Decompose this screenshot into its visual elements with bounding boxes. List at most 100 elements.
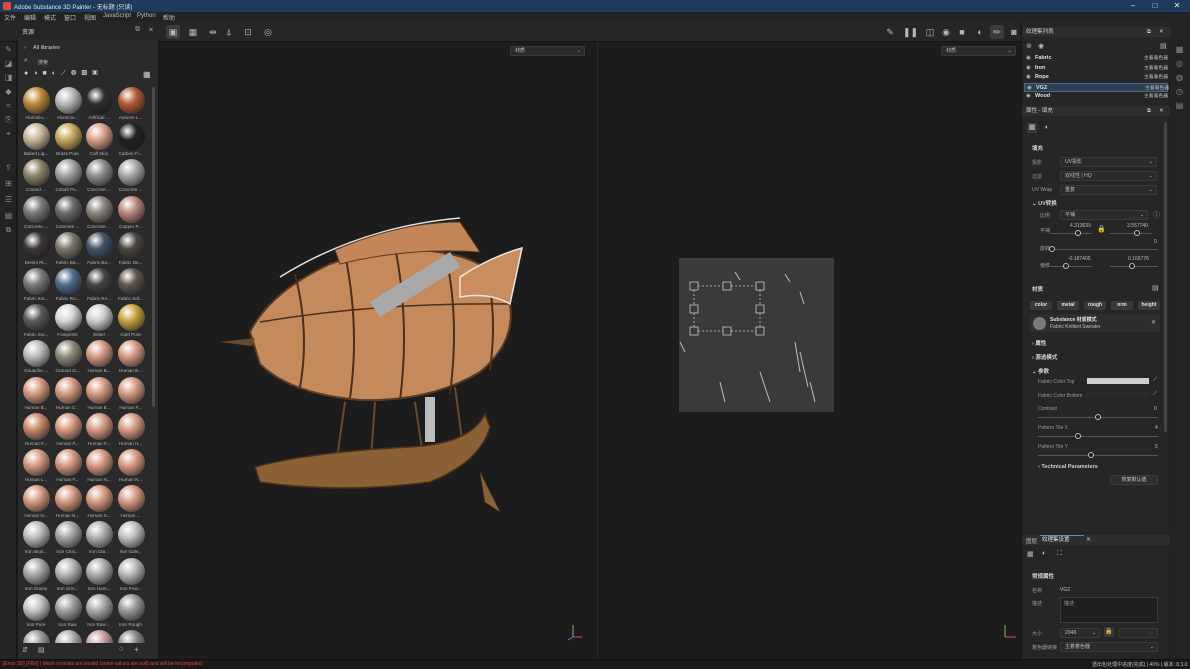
eye-icon[interactable]: ◉: [1038, 42, 1044, 50]
material-swatch[interactable]: [86, 630, 113, 643]
material-swatch[interactable]: [23, 159, 50, 187]
material-swatch[interactable]: [23, 123, 50, 151]
uv-icon[interactable]: ⛶: [1057, 550, 1062, 558]
material-swatch[interactable]: [54, 485, 82, 513]
texture-set-shader[interactable]: 主着着色器: [1144, 54, 1168, 63]
filter-select[interactable]: 双线性 | HQ ⌄: [1060, 171, 1157, 181]
render-icon[interactable]: ◉: [939, 25, 953, 39]
texture-set-panel-icon[interactable]: ▦: [1174, 44, 1185, 55]
tab-texture-set-settings[interactable]: 纹理集设置: [1040, 535, 1084, 545]
texture-set-item[interactable]: ◉ Fabric 主着着色器: [1024, 54, 1168, 63]
texture-set-item[interactable]: ◉ Wood 主着着色器: [1024, 92, 1168, 101]
input-section[interactable]: › 源选模式: [1032, 353, 1057, 361]
left-view-mode-select[interactable]: 材质 ⌄: [510, 46, 585, 56]
contrast-slider-knob[interactable]: [1095, 414, 1101, 420]
brush-filter-icon[interactable]: ⟋: [61, 70, 71, 77]
material-swatch[interactable]: [86, 376, 113, 404]
material-swatch[interactable]: [86, 87, 113, 114]
light-icon[interactable]: ◐: [973, 25, 987, 39]
offset-x-value[interactable]: -0.187405: [1068, 256, 1091, 262]
undock-icon[interactable]: ⧉: [1147, 27, 1151, 37]
menu-window[interactable]: 窗口: [64, 13, 76, 22]
material-swatch[interactable]: [54, 123, 82, 151]
material-swatch[interactable]: [86, 195, 113, 223]
display-settings-icon[interactable]: ◎: [1174, 58, 1185, 69]
remove-material-icon[interactable]: ✕: [1151, 319, 1156, 326]
material-swatch[interactable]: [86, 268, 113, 295]
rotation-slider[interactable]: [1050, 249, 1158, 250]
chevron-right-icon[interactable]: ›: [24, 45, 26, 51]
panel-close-icon[interactable]: ✕: [148, 26, 154, 34]
material-swatch[interactable]: [117, 231, 145, 259]
tab-layers[interactable]: 图层: [1026, 537, 1037, 545]
asset-filter-bar[interactable]: ●◑■◐⟋◍▩▣: [24, 70, 156, 80]
mask-filter-icon[interactable]: ◐: [52, 70, 61, 77]
menu-file[interactable]: 文件: [4, 13, 16, 22]
menu-python[interactable]: Python: [137, 13, 156, 19]
size-select[interactable]: 2048 ⌄: [1060, 628, 1100, 638]
tile-y-slider-knob[interactable]: [1134, 230, 1140, 236]
tile-x-value[interactable]: 4.313639: [1070, 223, 1091, 229]
filter-filter-icon[interactable]: ▩: [81, 70, 92, 77]
info-icon[interactable]: ⓘ: [1153, 210, 1160, 220]
material-swatch[interactable]: [86, 593, 113, 621]
material-swatch[interactable]: [54, 593, 82, 621]
uv-wrap-select[interactable]: 重复 ⌄: [1060, 185, 1157, 195]
material-swatch[interactable]: [23, 593, 50, 621]
material-swatch[interactable]: [54, 231, 82, 259]
channel-chip-height[interactable]: height: [1138, 301, 1160, 310]
material-swatch[interactable]: [86, 412, 113, 440]
grid-size-icon[interactable]: ▦: [143, 70, 151, 79]
visibility-icon[interactable]: ◉: [1026, 64, 1031, 73]
pattern-tile-y-slider[interactable]: [1038, 455, 1158, 456]
material-swatch[interactable]: [23, 231, 50, 259]
camera-icon[interactable]: ■: [955, 25, 969, 39]
projection-select[interactable]: UV投影 ⌄: [1060, 157, 1157, 167]
material-swatch[interactable]: [23, 376, 50, 404]
material-swatch[interactable]: [117, 521, 145, 549]
refresh-icon[interactable]: ○: [119, 646, 123, 653]
material-swatch[interactable]: [23, 521, 50, 549]
visibility-icon[interactable]: ◉: [1026, 54, 1031, 63]
channel-chip-nrm[interactable]: nrm: [1111, 301, 1133, 310]
shelf-icon[interactable]: ⧉: [3, 224, 14, 235]
material-swatch[interactable]: [117, 449, 145, 476]
reset-defaults-button[interactable]: 恢复默认值: [1110, 475, 1158, 485]
material-swatch[interactable]: [86, 159, 113, 187]
frame-icon[interactable]: ⊡: [241, 25, 255, 39]
particle-filter-icon[interactable]: ◍: [71, 70, 82, 77]
channel-chip-rough[interactable]: rough: [1084, 301, 1106, 310]
pattern-tile-y-slider-knob[interactable]: [1088, 452, 1094, 458]
size-lock-icon[interactable]: 🔒: [1104, 627, 1114, 637]
offset-x-slider[interactable]: [1050, 266, 1092, 267]
material-swatch[interactable]: [54, 449, 82, 476]
material-swatch[interactable]: [117, 159, 145, 187]
status-warning[interactable]: [Error 3D] [FBX] | Mesh normals are inva…: [3, 661, 202, 667]
name-value[interactable]: VG2: [1060, 587, 1070, 593]
layers-icon[interactable]: ▦: [1027, 550, 1034, 558]
material-swatch[interactable]: [117, 557, 145, 585]
shader-link-select[interactable]: 主着着色器 ⌄: [1060, 642, 1158, 652]
pattern-tile-x-value[interactable]: 4: [1155, 425, 1158, 431]
airship-model[interactable]: [220, 217, 523, 512]
offset-y-slider-knob[interactable]: [1129, 263, 1135, 269]
material-swatch[interactable]: [54, 412, 82, 440]
panel-close-icon[interactable]: ✕: [1159, 27, 1164, 37]
environment-filter-icon[interactable]: ▣: [92, 70, 103, 77]
fabric-color-top-swatch[interactable]: [1087, 378, 1149, 384]
shader-settings-icon[interactable]: ◍: [1174, 72, 1185, 83]
offset-x-slider-knob[interactable]: [1063, 263, 1069, 269]
pause-icon[interactable]: ❚❚: [903, 25, 918, 39]
rotation-slider-knob[interactable]: [1049, 246, 1055, 252]
material-swatch[interactable]: [54, 87, 82, 114]
panel-close-icon[interactable]: ✕: [1159, 106, 1164, 116]
right-view-mode-select[interactable]: 材质 ⌄: [941, 46, 1016, 56]
paint-tool-icon[interactable]: ✎: [3, 44, 14, 55]
material-swatch[interactable]: [54, 195, 82, 223]
3d-viewport[interactable]: 材质 ⌄ 材质 ⌄: [160, 42, 1021, 659]
screenshot-icon[interactable]: ◙: [1007, 25, 1021, 39]
material-swatch[interactable]: [23, 195, 50, 223]
texture-set-item[interactable]: ◉ VG2 主着着色器: [1024, 82, 1169, 92]
material-props-tab-icon[interactable]: ◐: [1042, 123, 1052, 133]
import-icon[interactable]: ⇵: [22, 646, 28, 654]
